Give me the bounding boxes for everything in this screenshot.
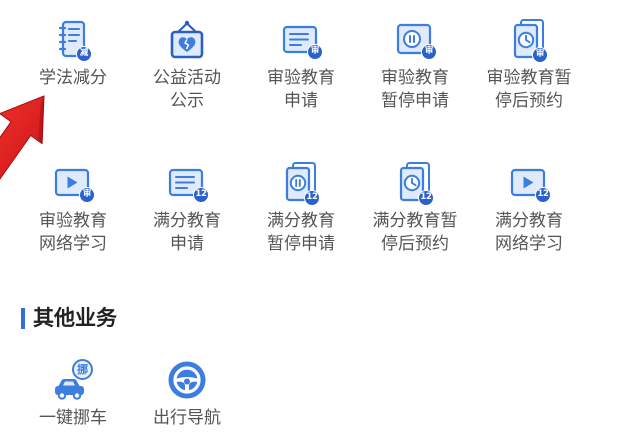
tile-label: 满分教育 申请 — [130, 210, 244, 256]
tile-full-score-education-post-pause-booking[interactable]: 12 满分教育暂 停后预约 — [358, 160, 472, 256]
tile-travel-navigation[interactable]: 出行导航 — [130, 357, 244, 430]
label-line: 停后预约 — [495, 91, 563, 111]
label-line: 出行导航 — [153, 408, 221, 428]
full-score-badge: 12 — [304, 190, 320, 206]
label-line: 审验教育 — [267, 68, 335, 88]
hanging-heart-sign-icon — [165, 18, 209, 62]
tile-review-education-post-pause-booking[interactable]: 审 审验教育暂 停后预约 — [472, 17, 586, 113]
label-line: 公示 — [170, 91, 204, 111]
label-line: 满分教育 — [153, 211, 221, 231]
review-badge: 审 — [307, 44, 323, 60]
full-score-badge: 12 — [418, 190, 434, 206]
review-badge: 审 — [79, 187, 95, 203]
icon-slot: 12 — [507, 160, 551, 206]
tile-full-score-education-online-study[interactable]: 12 满分教育 网络学习 — [472, 160, 586, 256]
label-line: 满分教育 — [267, 211, 335, 231]
tile-label: 一键挪车 — [16, 407, 130, 430]
tile-label: 满分教育 暂停申请 — [244, 210, 358, 256]
tile-label: 公益活动 公示 — [130, 67, 244, 113]
label-line: 申请 — [170, 234, 204, 254]
tile-one-click-move-car[interactable]: 挪 一键挪车 — [16, 357, 130, 430]
full-score-badge: 12 — [193, 187, 209, 203]
full-score-badge: 12 — [535, 187, 551, 203]
icon-slot: 挪 — [51, 357, 95, 403]
label-line: 申请 — [284, 91, 318, 111]
label-line: 暂停申请 — [267, 234, 335, 254]
red-arrow-icon — [0, 95, 45, 180]
tile-full-score-education-pause-apply[interactable]: 12 满分教育 暂停申请 — [244, 160, 358, 256]
tile-full-score-education-apply[interactable]: 12 满分教育 申请 — [130, 160, 244, 256]
move-car-badge: 挪 — [72, 359, 93, 380]
tile-label: 出行导航 — [130, 407, 244, 430]
label-line: 满分教育 — [495, 211, 563, 231]
label-line: 网络学习 — [495, 234, 563, 254]
label-line: 停后预约 — [381, 234, 449, 254]
icon-slot: 审 — [279, 17, 323, 63]
section-header-other-services: 其他业务 — [21, 306, 117, 330]
review-badge: 审 — [421, 44, 437, 60]
tile-label: 审验教育 申请 — [244, 67, 358, 113]
tile-label: 审验教育 暂停申请 — [358, 67, 472, 113]
reduce-badge: 减 — [76, 46, 92, 62]
label-line: 一键挪车 — [39, 408, 107, 428]
section-title: 其他业务 — [33, 306, 117, 330]
icon-slot — [165, 17, 209, 63]
icon-slot — [165, 357, 209, 403]
tile-charity-activity-notice[interactable]: 公益活动 公示 — [130, 17, 244, 113]
tile-review-education-apply[interactable]: 审 审验教育 申请 — [244, 17, 358, 113]
label-line: 审验教育 — [381, 68, 449, 88]
review-badge: 审 — [532, 47, 548, 63]
icon-slot: 12 — [165, 160, 209, 206]
icon-slot: 12 — [279, 160, 323, 206]
label-line: 公益活动 — [153, 68, 221, 88]
label-line: 暂停申请 — [381, 91, 449, 111]
icon-slot: 审 — [393, 17, 437, 63]
label-line: 审验教育暂 — [486, 68, 572, 88]
icon-slot: 审 — [507, 17, 551, 63]
label-line: 满分教育暂 — [372, 211, 458, 231]
tile-review-education-pause-apply[interactable]: 审 审验教育 暂停申请 — [358, 17, 472, 113]
tile-label: 审验教育暂 停后预约 — [472, 67, 586, 113]
tile-label: 满分教育暂 停后预约 — [358, 210, 472, 256]
section-accent-bar — [21, 307, 25, 329]
icon-slot: 12 — [393, 160, 437, 206]
tile-label: 满分教育 网络学习 — [472, 210, 586, 256]
steering-wheel-icon — [165, 358, 209, 402]
